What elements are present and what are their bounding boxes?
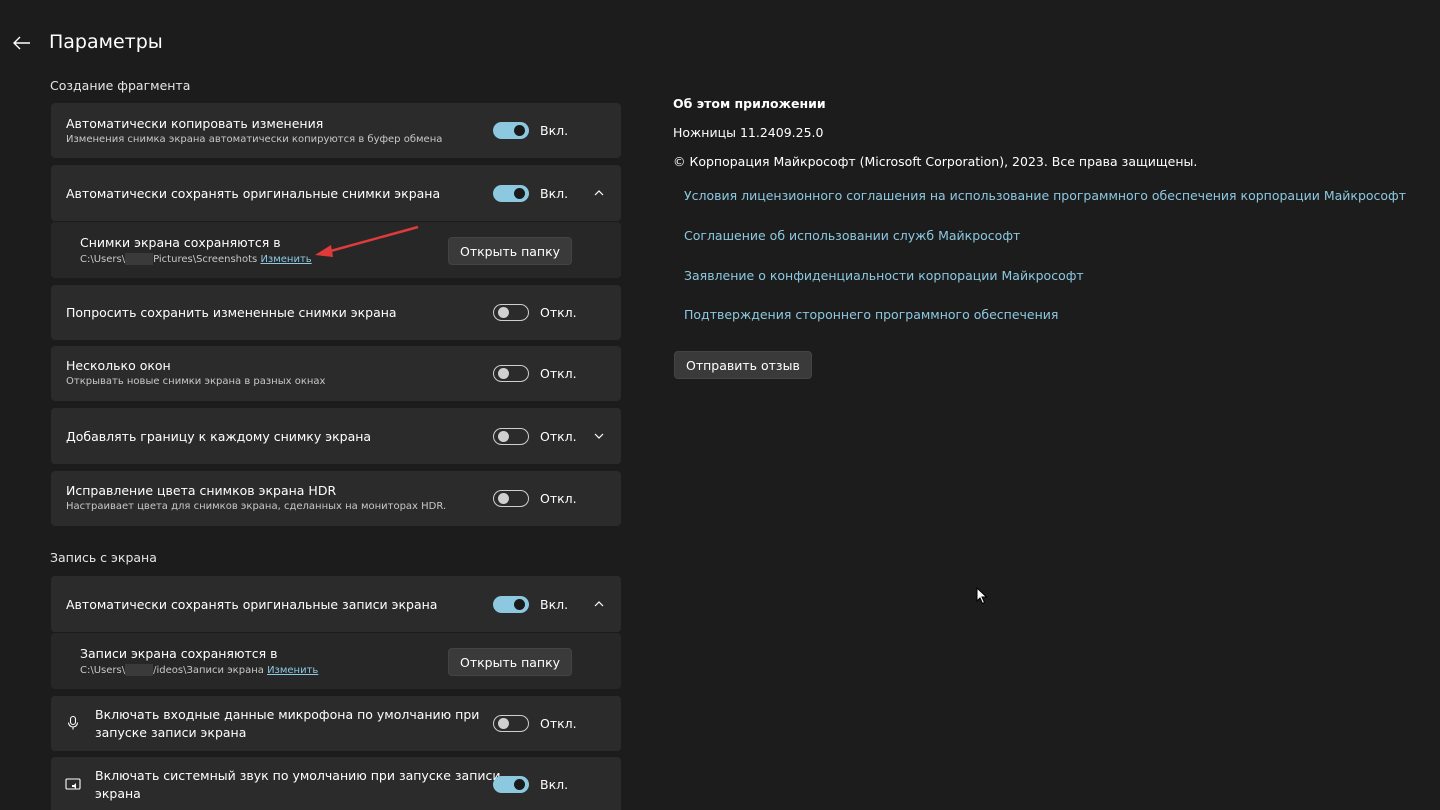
setting-add-border[interactable]: Добавлять границу к каждому снимку экран… bbox=[51, 408, 621, 464]
setting-description: Изменения снимка экрана автоматически ко… bbox=[66, 134, 443, 145]
about-heading: Об этом приложении bbox=[673, 96, 826, 111]
section-title-recording: Запись с экрана bbox=[50, 550, 157, 565]
path-suffix: /ideos\Записи экрана bbox=[153, 665, 264, 676]
setting-title-line2: экрана bbox=[95, 786, 141, 801]
change-location-link[interactable]: Изменить bbox=[260, 254, 311, 265]
license-terms-link[interactable]: Условия лицензионного соглашения на испо… bbox=[684, 188, 1406, 203]
path-suffix: Pictures\Screenshots bbox=[153, 254, 258, 265]
back-arrow-icon bbox=[13, 36, 30, 50]
setting-microphone: Включать входные данные микрофона по умо… bbox=[51, 696, 621, 751]
mouse-cursor-icon bbox=[976, 587, 988, 605]
path-prefix: C:\Users\ bbox=[80, 254, 126, 265]
send-feedback-button[interactable]: Отправить отзыв bbox=[674, 351, 812, 379]
toggle-state-label: Откл. bbox=[540, 491, 577, 506]
save-location-path: C:\Users\ /ideos\Записи экрана Изменить bbox=[80, 664, 318, 676]
toggle-state-label: Вкл. bbox=[540, 597, 569, 612]
annotation-arrow-icon bbox=[315, 225, 419, 257]
setting-system-audio: Включать системный звук по умолчанию при… bbox=[51, 757, 621, 810]
change-location-link[interactable]: Изменить bbox=[267, 665, 318, 676]
path-prefix: C:\Users\ bbox=[80, 665, 126, 676]
privacy-statement-link[interactable]: Заявление о конфиденциальности корпораци… bbox=[684, 268, 1084, 283]
setting-title: Автоматически сохранять оригинальные зап… bbox=[66, 597, 438, 612]
redacted-username bbox=[125, 253, 154, 265]
setting-multiple-windows: Несколько окон Открывать новые снимки эк… bbox=[51, 346, 621, 401]
microphone-toggle[interactable] bbox=[493, 715, 529, 732]
toggle-state-label: Откл. bbox=[540, 716, 577, 731]
copyright-text: © Корпорация Майкрософт (Microsoft Corpo… bbox=[673, 154, 1198, 169]
chevron-down-icon[interactable] bbox=[592, 429, 606, 443]
setting-auto-save-recordings[interactable]: Автоматически сохранять оригинальные зап… bbox=[51, 576, 621, 632]
services-agreement-link[interactable]: Соглашение об использовании служб Майкро… bbox=[684, 228, 1020, 243]
hdr-toggle[interactable] bbox=[493, 490, 529, 507]
save-location-title: Снимки экрана сохраняются в bbox=[80, 235, 281, 250]
microphone-icon bbox=[67, 715, 79, 730]
open-folder-button[interactable]: Открыть папку bbox=[448, 237, 573, 265]
setting-auto-save-screenshots[interactable]: Автоматически сохранять оригинальные сни… bbox=[51, 165, 621, 221]
auto-save-recordings-toggle[interactable] bbox=[493, 596, 529, 613]
setting-title: Автоматически сохранять оригинальные сни… bbox=[66, 186, 441, 201]
system-audio-icon bbox=[65, 778, 81, 790]
setting-title: Попросить сохранить измененные снимки эк… bbox=[66, 305, 397, 320]
setting-title: Автоматически копировать изменения bbox=[66, 116, 324, 131]
page-title: Параметры bbox=[49, 31, 163, 53]
section-title-snipping: Создание фрагмента bbox=[50, 78, 191, 93]
toggle-state-label: Вкл. bbox=[540, 186, 569, 201]
third-party-notices-link[interactable]: Подтверждения стороннего программного об… bbox=[684, 307, 1058, 322]
toggle-state-label: Вкл. bbox=[540, 123, 569, 138]
app-version: Ножницы 11.2409.25.0 bbox=[673, 125, 824, 140]
redacted-username bbox=[125, 664, 154, 676]
setting-ask-save: Попросить сохранить измененные снимки эк… bbox=[51, 285, 621, 340]
setting-hdr-color: Исправление цвета снимков экрана HDR Нас… bbox=[51, 471, 621, 526]
toggle-state-label: Вкл. bbox=[540, 777, 569, 792]
system-audio-toggle[interactable] bbox=[493, 776, 529, 793]
setting-title: Несколько окон bbox=[66, 358, 171, 373]
multiple-windows-toggle[interactable] bbox=[493, 365, 529, 382]
auto-save-screenshots-toggle[interactable] bbox=[493, 185, 529, 202]
toggle-state-label: Откл. bbox=[540, 429, 577, 444]
add-border-toggle[interactable] bbox=[493, 428, 529, 445]
auto-copy-toggle[interactable] bbox=[493, 122, 529, 139]
setting-title: Исправление цвета снимков экрана HDR bbox=[66, 483, 337, 498]
recording-save-location: Записи экрана сохраняются в C:\Users\ /id… bbox=[51, 633, 621, 689]
setting-title-line1: Включать входные данные микрофона по умо… bbox=[95, 707, 480, 722]
setting-title: Добавлять границу к каждому снимку экран… bbox=[66, 429, 372, 444]
setting-title-line2: запуске записи экрана bbox=[95, 725, 247, 740]
setting-auto-copy: Автоматически копировать изменения Измен… bbox=[51, 103, 621, 158]
ask-save-toggle[interactable] bbox=[493, 304, 529, 321]
chevron-up-icon[interactable] bbox=[592, 186, 606, 200]
save-location-path: C:\Users\ Pictures\Screenshots Изменить bbox=[80, 253, 312, 265]
chevron-up-icon[interactable] bbox=[592, 597, 606, 611]
toggle-state-label: Откл. bbox=[540, 305, 577, 320]
save-location-title: Записи экрана сохраняются в bbox=[80, 646, 278, 661]
setting-title-line1: Включать системный звук по умолчанию при… bbox=[95, 768, 501, 783]
back-button[interactable] bbox=[8, 30, 36, 56]
open-folder-button[interactable]: Открыть папку bbox=[448, 648, 573, 676]
setting-description: Открывать новые снимки экрана в разных о… bbox=[66, 376, 326, 387]
toggle-state-label: Откл. bbox=[540, 366, 577, 381]
setting-description: Настраивает цвета для снимков экрана, сд… bbox=[66, 501, 447, 512]
